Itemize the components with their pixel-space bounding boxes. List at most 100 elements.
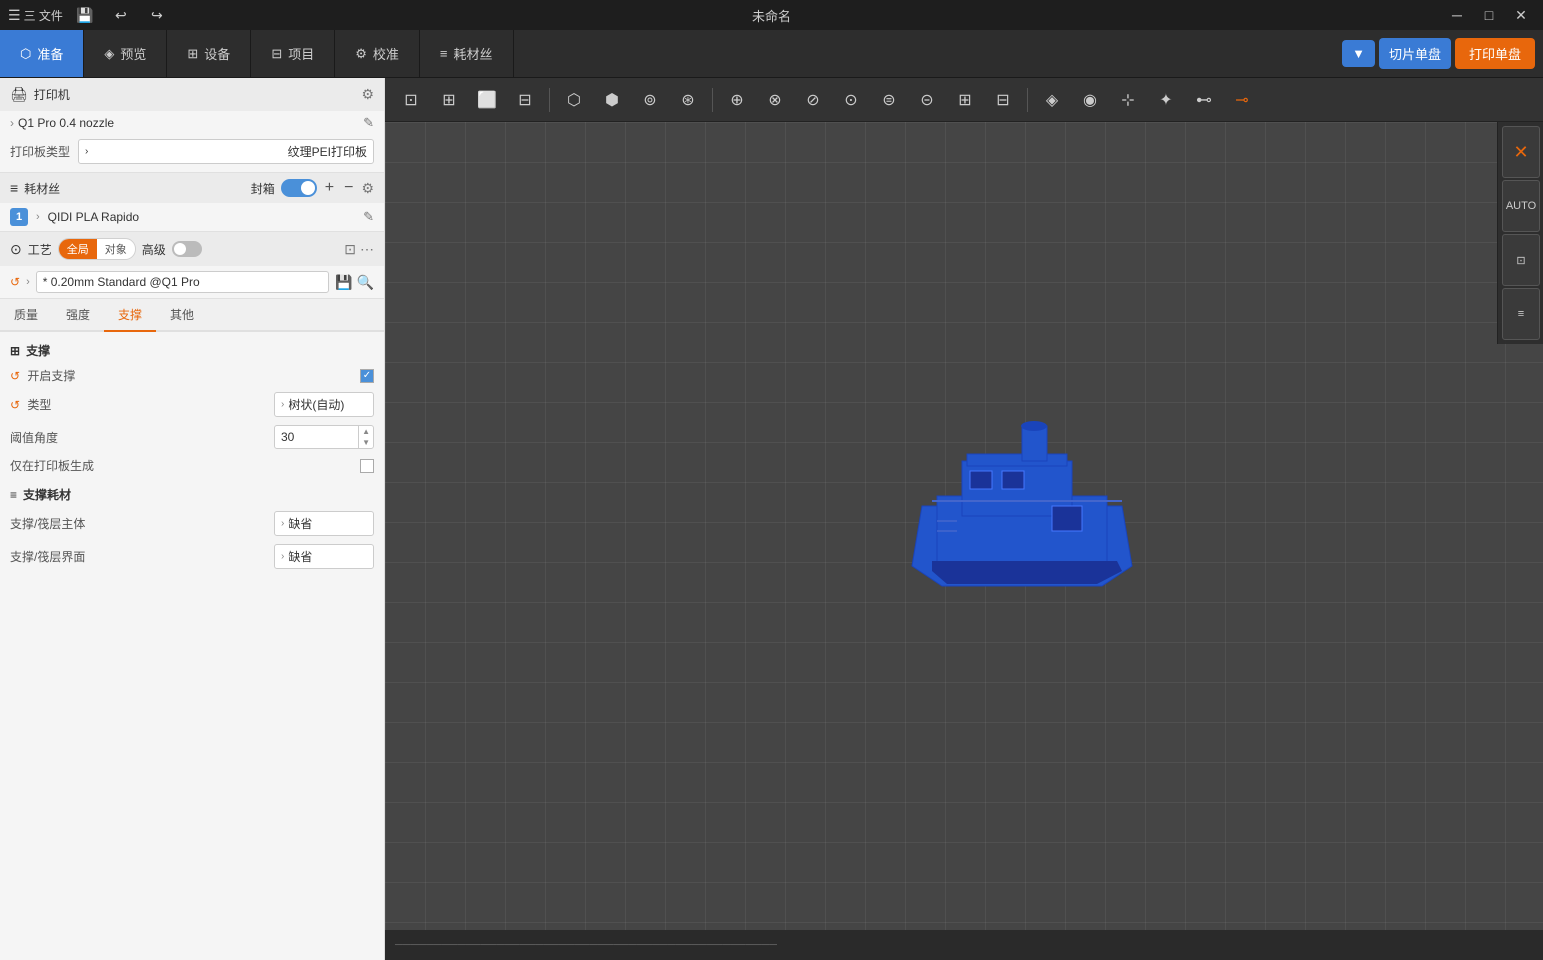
toolbar-perspective-btn[interactable]: ⊡ (393, 82, 429, 118)
right-side-panel: ✕ AUTO ⊡ ≡ (1497, 122, 1543, 344)
toolbar-btn-10[interactable]: ⊗ (757, 82, 793, 118)
toolbar-btn-5[interactable]: ⬡ (556, 82, 592, 118)
toolbar-btn-7[interactable]: ⊚ (632, 82, 668, 118)
toolbar-btn-22[interactable]: ⊸ (1224, 82, 1260, 118)
tab-support[interactable]: 支撑 (104, 299, 156, 332)
toggle-global[interactable]: 全局 (59, 239, 97, 259)
tab-quality[interactable]: 质量 (0, 299, 52, 332)
toolbar-btn-11[interactable]: ⊘ (795, 82, 831, 118)
tab-strength[interactable]: 强度 (52, 299, 104, 332)
toolbar-btn-14[interactable]: ⊝ (909, 82, 945, 118)
enclosure-toggle[interactable] (281, 179, 317, 197)
plate-type-select[interactable]: › 纹理PEI打印板 (78, 139, 374, 164)
process-save-icon[interactable]: 💾 (335, 274, 352, 291)
support-icon: ⊞ (10, 344, 20, 358)
process-icons: 💾 🔍 (335, 274, 374, 291)
support-type-select[interactable]: › 树状(自动) (274, 392, 374, 417)
app-title: 未命名 (752, 6, 791, 25)
filament-num: 1 (10, 208, 28, 226)
redo-icon[interactable]: ↪ (143, 1, 171, 29)
nav-filament[interactable]: ≡ 耗材丝 (420, 30, 514, 77)
support-body-select[interactable]: › 缺省 (274, 511, 374, 536)
spinbox-down[interactable]: ▼ (359, 437, 373, 448)
filament-settings-icon[interactable]: ⚙ (361, 180, 374, 197)
toolbar-btn-16[interactable]: ⊟ (985, 82, 1021, 118)
right-panel-view-btn[interactable]: ⊡ (1502, 234, 1540, 286)
toolbar-wireframe-btn[interactable]: ⬜ (469, 82, 505, 118)
printer-settings-icon[interactable]: ⚙ (361, 86, 374, 103)
minimize-btn[interactable]: ─ (1443, 1, 1471, 29)
boat-svg (882, 406, 1162, 606)
only-on-plate-checkbox[interactable] (360, 459, 374, 473)
type-refresh-icon[interactable]: ↺ (10, 398, 20, 412)
nav-project[interactable]: ⊟ 项目 (251, 30, 335, 77)
file-menu[interactable]: ☰ 三 文件 (8, 7, 63, 24)
interface-expand-icon: › (281, 551, 284, 562)
filament-icon: ≡ (10, 180, 18, 196)
process-copy-icon[interactable]: ⊡ (344, 241, 356, 258)
enable-support-checkbox[interactable]: ✓ (360, 369, 374, 383)
nav-device[interactable]: ⊞ 设备 (167, 30, 251, 77)
printer-name-row: › Q1 Pro 0.4 nozzle ✎ (0, 111, 384, 135)
slice-plate-btn[interactable]: 切片单盘 (1379, 38, 1451, 69)
nav-right: ▼ 切片单盘 打印单盘 (1342, 30, 1543, 77)
process-name-input[interactable]: * 0.20mm Standard @Q1 Pro (36, 271, 329, 293)
printer-edit-icon[interactable]: ✎ (363, 115, 374, 131)
print-plate-btn[interactable]: 打印单盘 (1455, 38, 1535, 69)
toolbar-btn-20[interactable]: ✦ (1148, 82, 1184, 118)
toolbar-btn-6[interactable]: ⬢ (594, 82, 630, 118)
right-panel-close-btn[interactable]: ✕ (1502, 126, 1540, 178)
toolbar-btn-21[interactable]: ⊷ (1186, 82, 1222, 118)
close-btn[interactable]: ✕ (1507, 1, 1535, 29)
support-interface-row: 支撑/筏层界面 › 缺省 (10, 544, 374, 569)
process-label: 工艺 (28, 241, 52, 258)
filament-edit-icon[interactable]: ✎ (363, 209, 374, 225)
maximize-btn[interactable]: □ (1475, 1, 1503, 29)
toolbar-btn-13[interactable]: ⊜ (871, 82, 907, 118)
process-search-icon[interactable]: 🔍 (357, 274, 374, 291)
spinbox-up[interactable]: ▲ (359, 426, 373, 437)
right-panel-auto-btn[interactable]: AUTO (1502, 180, 1540, 232)
enable-support-refresh-icon[interactable]: ↺ (10, 369, 20, 383)
support-body-label: 支撑/筏层主体 (10, 515, 266, 532)
toolbar-btn-19[interactable]: ⊹ (1110, 82, 1146, 118)
toolbar-btn-9[interactable]: ⊕ (719, 82, 755, 118)
enable-support-text: 开启支撑 (27, 369, 75, 383)
toolbar-solid-btn[interactable]: ⊟ (507, 82, 543, 118)
filament-section-label: 耗材丝 (24, 180, 60, 197)
undo-icon[interactable]: ↩ (107, 1, 135, 29)
toolbar-btn-12[interactable]: ⊙ (833, 82, 869, 118)
support-filament-title: ≡ 支撑耗材 (10, 486, 374, 503)
toggle-object[interactable]: 对象 (97, 239, 135, 259)
preview-icon: ◈ (104, 46, 114, 62)
process-more-icon[interactable]: ⋯ (360, 241, 374, 258)
printer-name-value[interactable]: Q1 Pro 0.4 nozzle (18, 116, 114, 130)
filament-add-btn[interactable]: + (323, 179, 336, 197)
right-panel-menu-btn[interactable]: ≡ (1502, 288, 1540, 340)
support-body-row: 支撑/筏层主体 › 缺省 (10, 511, 374, 536)
filament-name[interactable]: QIDI PLA Rapido (48, 210, 355, 224)
toolbar-btn-17[interactable]: ◈ (1034, 82, 1070, 118)
process-refresh-icon[interactable]: ↺ (10, 275, 20, 289)
toolbar-grid-btn[interactable]: ⊞ (431, 82, 467, 118)
toolbar-btn-15[interactable]: ⊞ (947, 82, 983, 118)
tabs-row: 质量 强度 支撑 其他 (0, 299, 384, 332)
threshold-spinbox[interactable]: 30 ▲ ▼ (274, 425, 374, 449)
advanced-toggle[interactable] (172, 241, 202, 257)
filament-remove-btn[interactable]: − (342, 179, 355, 197)
save-icon[interactable]: 💾 (71, 1, 99, 29)
tab-other[interactable]: 其他 (156, 299, 208, 332)
title-bar-right: ─ □ ✕ (1443, 1, 1535, 29)
nav-preview[interactable]: ◈ 预览 (84, 30, 167, 77)
process-name-row: ↺ › * 0.20mm Standard @Q1 Pro 💾 🔍 (0, 266, 384, 298)
nav-prepare[interactable]: ⬡ 准备 (0, 30, 84, 77)
slice-dropdown-btn[interactable]: ▼ (1342, 40, 1375, 67)
toolbar-btn-18[interactable]: ◉ (1072, 82, 1108, 118)
interface-value: 缺省 (288, 548, 312, 565)
toolbar-btn-8[interactable]: ⊛ (670, 82, 706, 118)
support-interface-select[interactable]: › 缺省 (274, 544, 374, 569)
printer-section-title: 🖨 打印机 (10, 86, 70, 103)
viewport-canvas[interactable] (385, 122, 1543, 930)
printer-name-inner: › Q1 Pro 0.4 nozzle (10, 116, 114, 130)
nav-calibrate[interactable]: ⚙ 校准 (335, 30, 420, 77)
